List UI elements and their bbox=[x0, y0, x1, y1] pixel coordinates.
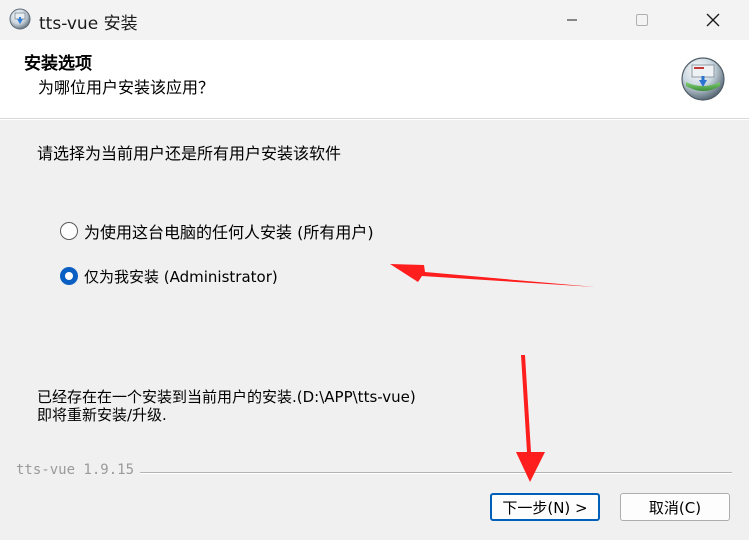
next-button[interactable]: 下一步(N) > bbox=[490, 493, 600, 521]
annotation-arrow-down bbox=[516, 355, 545, 482]
close-icon bbox=[706, 13, 720, 27]
maximize-button[interactable] bbox=[612, 0, 672, 40]
installer-window: tts-vue 安装 安装选项 为哪位用户安装该应用？ 请选择为当前用户还是所有… bbox=[0, 0, 749, 540]
header-divider-highlight bbox=[0, 119, 749, 120]
notice-line-2: 即将重新安装/升级. bbox=[37, 406, 167, 424]
branding-text: tts-vue 1.9.15 bbox=[16, 462, 141, 478]
radio-button-current-user[interactable] bbox=[60, 267, 78, 285]
maximize-icon bbox=[636, 14, 648, 26]
install-scope-prompt: 请选择为当前用户还是所有用户安装该软件 bbox=[37, 144, 342, 163]
existing-install-notice: 已经存在在一个安装到当前用户的安装.(D:\APP\tts-vue) 即将重新安… bbox=[37, 388, 416, 424]
page-subtitle: 为哪位用户安装该应用？ bbox=[38, 78, 215, 97]
installer-app-icon bbox=[9, 8, 31, 30]
window-title: tts-vue 安装 bbox=[39, 14, 138, 34]
radio-label-all-users[interactable]: 为使用这台电脑的任何人安装 (所有用户) bbox=[84, 219, 374, 243]
title-bar[interactable]: tts-vue 安装 bbox=[0, 0, 749, 40]
minimize-button[interactable] bbox=[542, 0, 602, 40]
minimize-icon bbox=[567, 19, 577, 21]
radio-option-current-user[interactable]: 仅为我安装 (Administrator) bbox=[60, 265, 278, 287]
radio-label-current-user[interactable]: 仅为我安装 (Administrator) bbox=[84, 266, 278, 287]
installer-globe-logo-icon bbox=[681, 57, 725, 101]
page-title: 安装选项 bbox=[24, 54, 92, 74]
radio-option-all-users[interactable]: 为使用这台电脑的任何人安装 (所有用户) bbox=[60, 220, 374, 242]
header-panel: 安装选项 为哪位用户安装该应用？ bbox=[0, 40, 749, 118]
notice-line-1: 已经存在在一个安装到当前用户的安装.(D:\APP\tts-vue) bbox=[37, 388, 416, 406]
annotation-arrow-left bbox=[390, 264, 595, 287]
cancel-button[interactable]: 取消(C) bbox=[620, 493, 730, 521]
close-button[interactable] bbox=[683, 0, 743, 40]
radio-button-all-users[interactable] bbox=[60, 222, 78, 240]
